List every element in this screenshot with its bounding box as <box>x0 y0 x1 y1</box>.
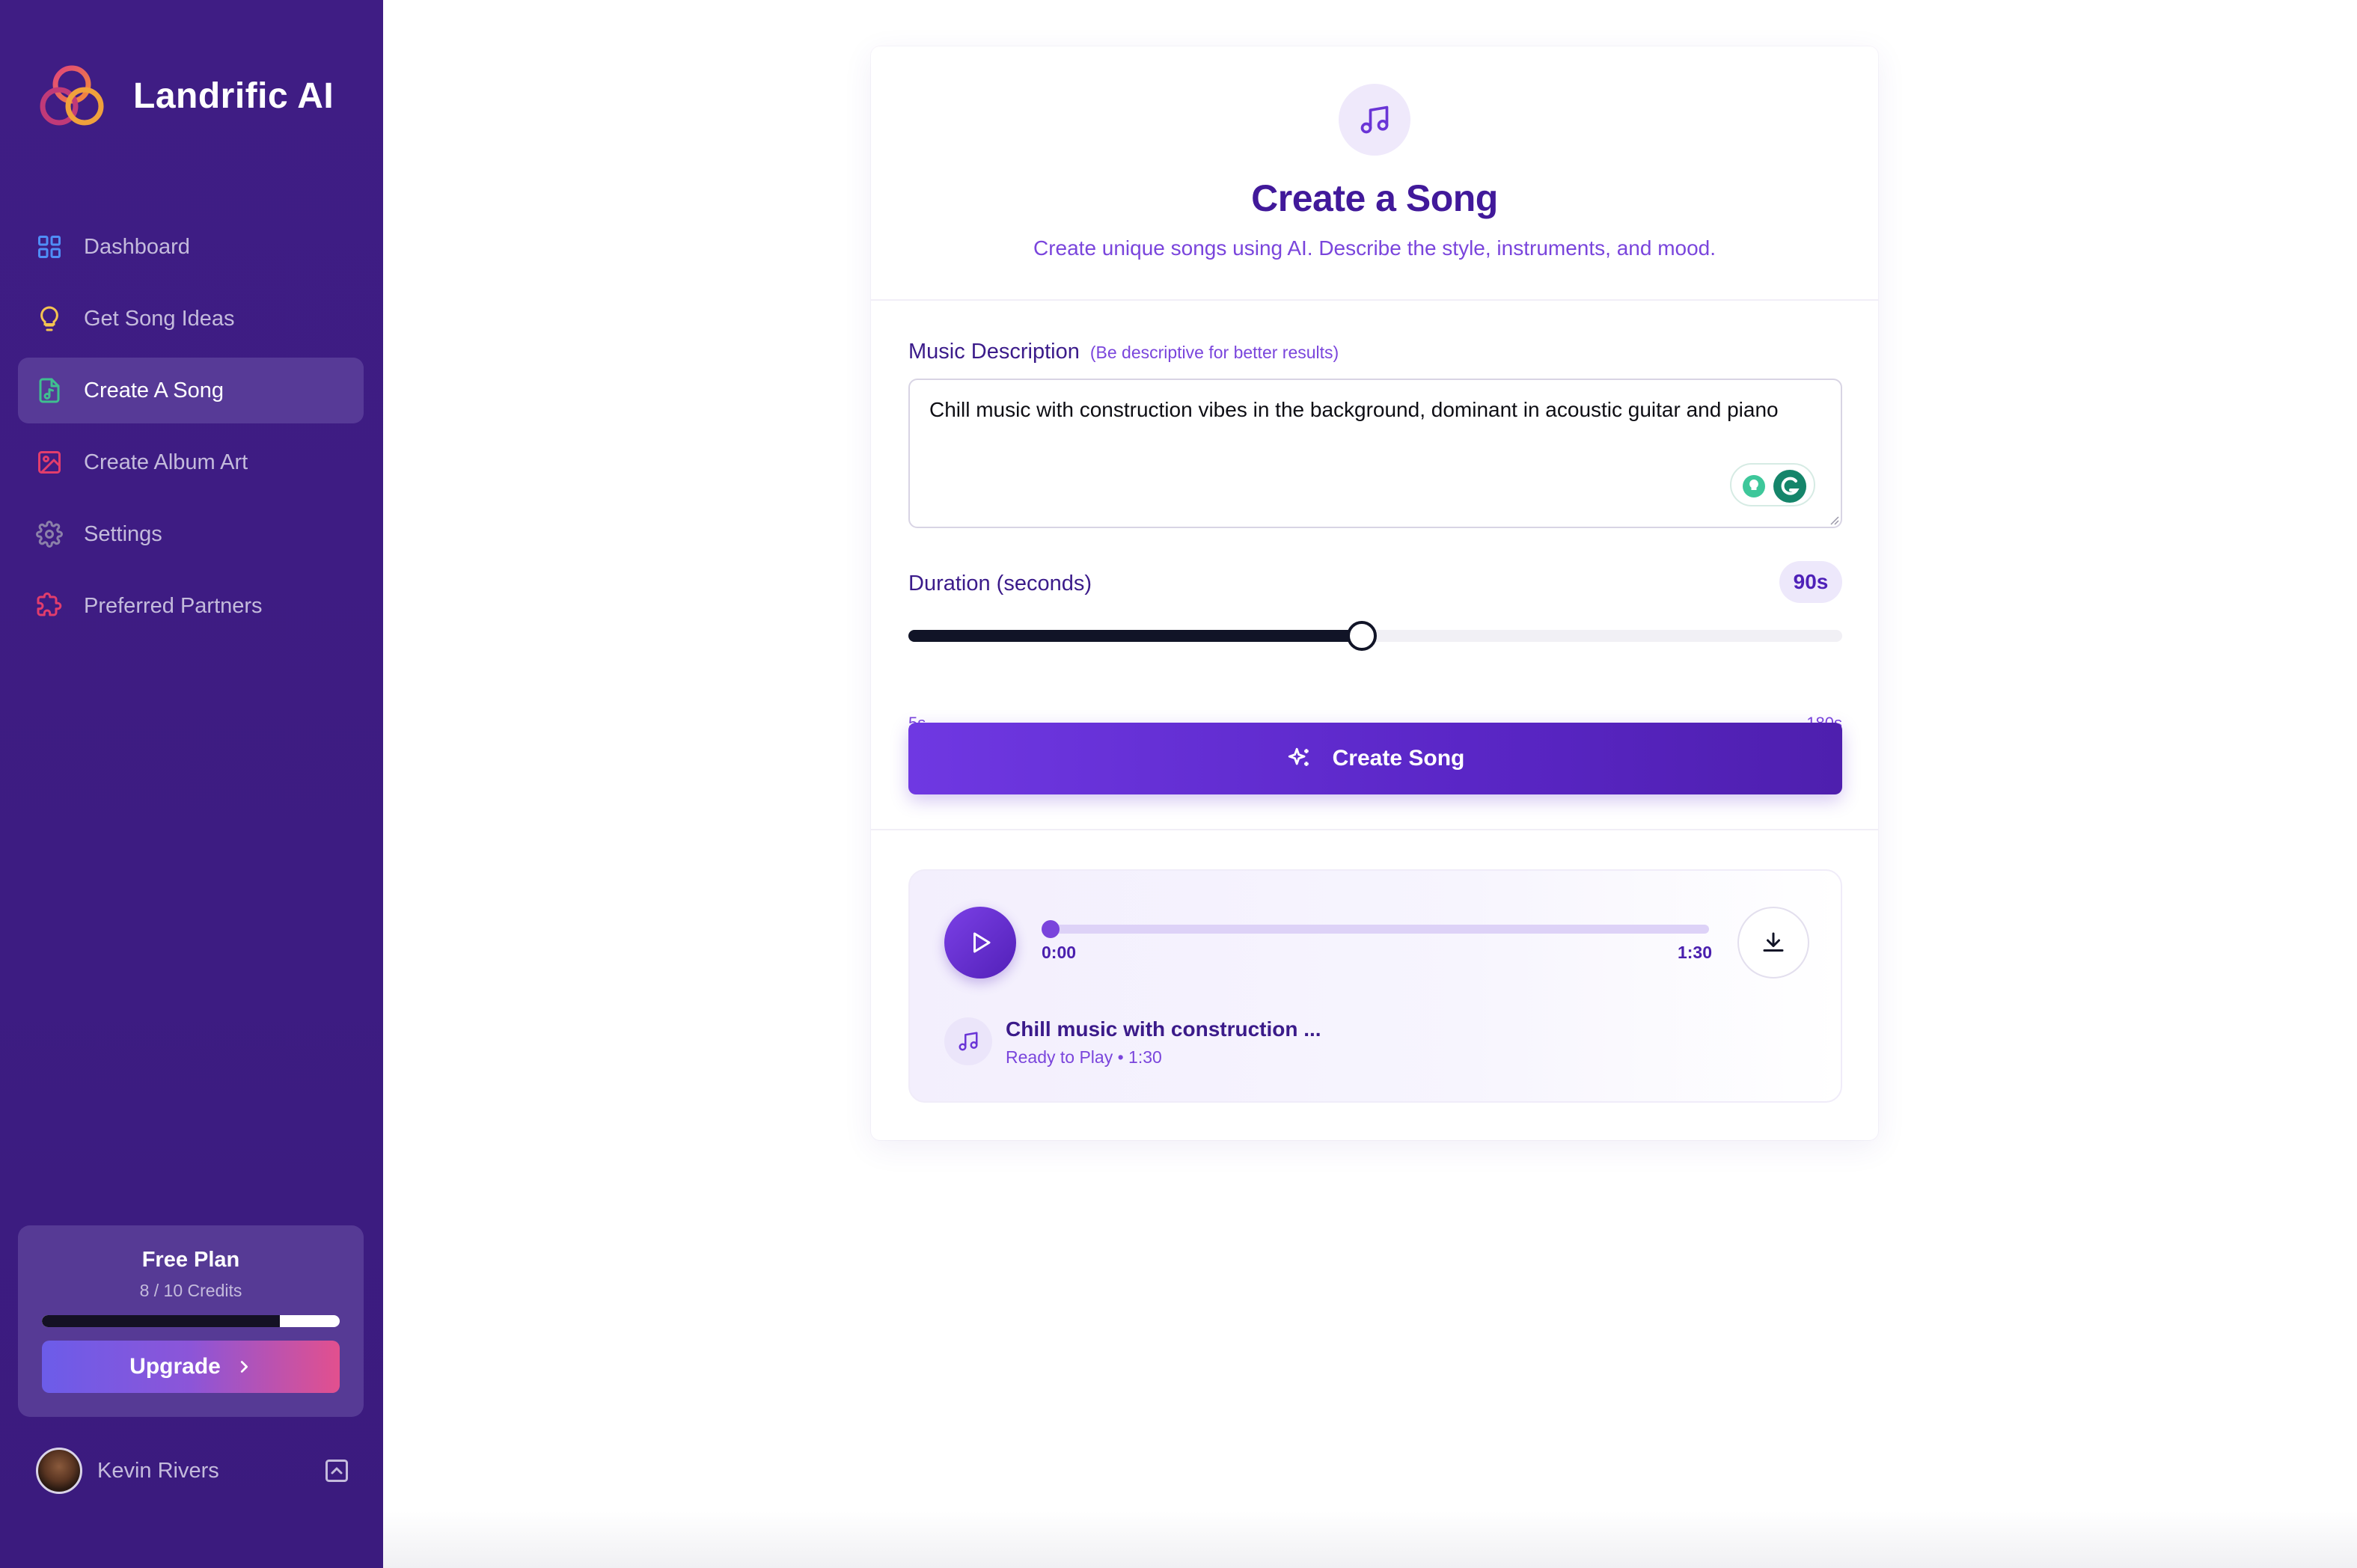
expand-menu-icon[interactable] <box>323 1457 350 1484</box>
brand[interactable]: Landrific AI <box>34 60 334 132</box>
download-icon <box>1763 932 1784 952</box>
duration-slider-thumb[interactable] <box>1347 621 1378 651</box>
audio-player: 0:00 1:30 Chill music with construction … <box>908 869 1842 1103</box>
playback-progress-knob[interactable] <box>1042 920 1060 938</box>
duration-slider-fill <box>908 630 1363 642</box>
playback-progress-bar[interactable] <box>1042 920 1709 938</box>
duration-slider[interactable] <box>908 621 1842 651</box>
divider <box>871 299 1878 301</box>
plan-credits: 8 / 10 Credits <box>139 1281 242 1300</box>
track-icon-badge <box>944 1017 992 1065</box>
avatar <box>36 1448 82 1494</box>
upgrade-label: Upgrade <box>129 1354 221 1379</box>
create-song-card: Create a Song Create unique songs using … <box>871 46 1878 1140</box>
create-song-button[interactable]: Create Song <box>908 723 1842 794</box>
page-title: Create a Song <box>1251 177 1498 219</box>
bottom-fade <box>383 1511 2357 1568</box>
play-icon <box>973 932 991 953</box>
plan-card: Free Plan 8 / 10 Credits Upgrade <box>18 1225 364 1417</box>
track-status: Ready to Play • 1:30 <box>1006 1047 1162 1067</box>
puzzle-icon <box>37 592 62 616</box>
sidebar-item-label: Get Song Ideas <box>84 307 235 331</box>
credits-progress-fill <box>42 1315 281 1327</box>
chevron-right-icon <box>240 1361 248 1373</box>
brand-logo-icon <box>40 65 104 126</box>
user-name: Kevin Rivers <box>97 1458 219 1483</box>
sidebar: Landrific AI Dashboard Get Song Ideas Cr… <box>0 0 383 1568</box>
sparkles-icon <box>1288 747 1309 766</box>
sidebar-item-label: Create Album Art <box>84 450 248 474</box>
sidebar-item-label: Preferred Partners <box>84 594 263 618</box>
current-time: 0:00 <box>1042 943 1077 962</box>
music-note-icon <box>1360 105 1389 134</box>
resize-handle-icon[interactable] <box>1827 513 1839 525</box>
upgrade-button[interactable]: Upgrade <box>42 1341 340 1393</box>
lightbulb-icon <box>40 306 58 331</box>
page-subtitle: Create unique songs using AI. Describe t… <box>1033 236 1716 260</box>
divider <box>871 829 1878 830</box>
music-file-icon <box>39 378 60 403</box>
music-description-input[interactable] <box>908 379 1842 528</box>
plan-title: Free Plan <box>141 1248 240 1272</box>
sidebar-item-get-song-ideas[interactable]: Get Song Ideas <box>18 286 364 352</box>
credits-progress-bar <box>42 1315 340 1327</box>
play-button[interactable] <box>944 907 1016 979</box>
gear-icon <box>36 521 63 548</box>
grid-icon <box>38 236 61 258</box>
create-song-label: Create Song <box>1332 746 1465 771</box>
sidebar-item-create-a-song[interactable]: Create A Song <box>18 358 364 423</box>
sidebar-item-create-album-art[interactable]: Create Album Art <box>18 429 364 495</box>
grammarly-icon <box>1743 470 1806 503</box>
user-profile[interactable]: Kevin Rivers <box>36 1447 350 1495</box>
download-button[interactable] <box>1737 907 1809 979</box>
music-note-icon <box>959 1032 978 1051</box>
duration-label: Duration (seconds) <box>908 572 1092 595</box>
sidebar-item-settings[interactable]: Settings <box>18 501 364 567</box>
sidebar-item-dashboard[interactable]: Dashboard <box>18 214 364 280</box>
track-title: Chill music with construction ... <box>1006 1017 1321 1041</box>
duration-value-badge: 90s <box>1779 561 1842 603</box>
sidebar-item-label: Dashboard <box>84 235 190 259</box>
sidebar-item-label: Create A Song <box>84 379 224 402</box>
header-icon-badge <box>1339 84 1410 156</box>
brand-name: Landrific AI <box>133 76 334 116</box>
sidebar-item-preferred-partners[interactable]: Preferred Partners <box>18 573 364 639</box>
image-icon <box>38 451 61 474</box>
sidebar-nav: Dashboard Get Song Ideas Create A Song C… <box>18 214 364 645</box>
description-hint: (Be descriptive for better results) <box>1089 343 1339 362</box>
total-time: 1:30 <box>1677 943 1712 962</box>
description-label-text: Music Description <box>908 340 1080 364</box>
description-label: Music Description (Be descriptive for bet… <box>908 340 1339 364</box>
sidebar-item-label: Settings <box>84 522 162 546</box>
grammarly-widget[interactable] <box>1730 463 1815 506</box>
